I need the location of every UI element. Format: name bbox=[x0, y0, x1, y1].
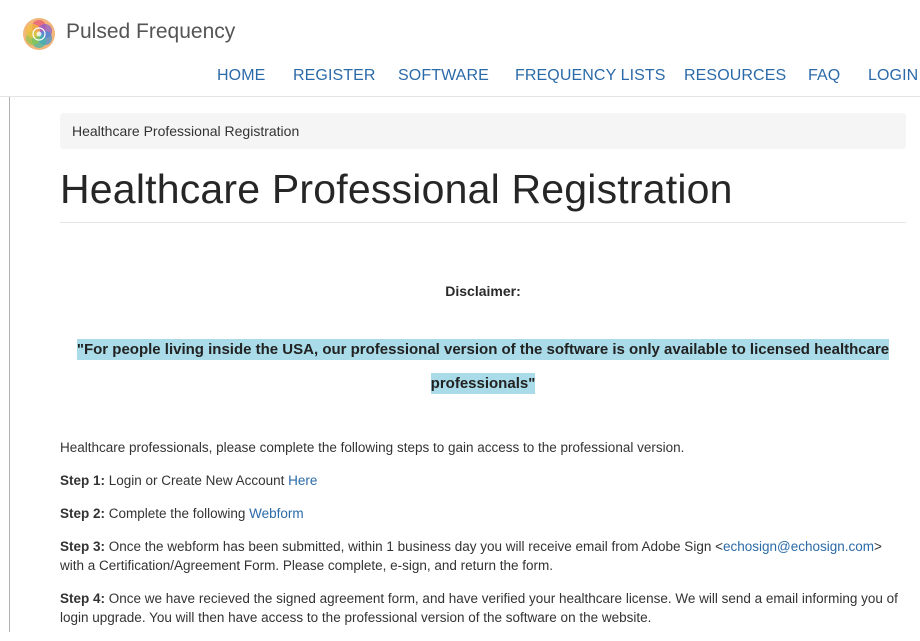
breadcrumb: Healthcare Professional Registration bbox=[60, 113, 906, 149]
page-title: Healthcare Professional Registration bbox=[60, 166, 733, 212]
step-3-label: Step 3: bbox=[60, 539, 106, 554]
echosign-email-link[interactable]: echosign@echosign.com bbox=[723, 539, 874, 554]
step-1: Step 1: Login or Create New Account Here bbox=[60, 471, 906, 490]
nav-login[interactable]: LOGIN bbox=[868, 67, 918, 85]
disclaimer-quote-text: "For people living inside the USA, our p… bbox=[76, 339, 890, 394]
page-left-border bbox=[9, 96, 10, 632]
step-4-text: Once we have recieved the signed agreeme… bbox=[60, 591, 898, 625]
title-divider bbox=[60, 222, 906, 223]
webform-link[interactable]: Webform bbox=[249, 506, 304, 521]
step-2-text: Complete the following bbox=[105, 506, 250, 521]
nav-frequency-lists[interactable]: FREQUENCY LISTS bbox=[515, 67, 666, 85]
step-4: Step 4: Once we have recieved the signed… bbox=[60, 589, 906, 627]
disclaimer-heading: Disclaimer: bbox=[445, 283, 521, 299]
site-title[interactable]: Pulsed Frequency bbox=[66, 20, 235, 44]
nav-faq[interactable]: FAQ bbox=[808, 67, 840, 85]
create-account-link[interactable]: Here bbox=[288, 473, 317, 488]
step-2-label: Step 2: bbox=[60, 506, 106, 521]
nav-register[interactable]: REGISTER bbox=[293, 67, 376, 85]
registration-instructions: Healthcare professionals, please complet… bbox=[60, 438, 906, 641]
main-nav: HOME REGISTER SOFTWARE FREQUENCY LISTS R… bbox=[0, 67, 920, 87]
step-1-text: Login or Create New Account bbox=[105, 473, 289, 488]
nav-home[interactable]: HOME bbox=[217, 67, 265, 85]
nav-resources[interactable]: RESOURCES bbox=[684, 67, 786, 85]
nav-software[interactable]: SOFTWARE bbox=[398, 67, 489, 85]
site-header: Pulsed Frequency HOME REGISTER SOFTWARE … bbox=[0, 0, 920, 97]
step-3-text: Once the webform has been submitted, wit… bbox=[105, 539, 723, 554]
step-2: Step 2: Complete the following Webform bbox=[60, 504, 906, 523]
intro-text: Healthcare professionals, please complet… bbox=[60, 440, 685, 455]
disclaimer-quote: "For people living inside the USA, our p… bbox=[60, 333, 906, 401]
step-1-label: Step 1: bbox=[60, 473, 106, 488]
breadcrumb-current: Healthcare Professional Registration bbox=[72, 123, 300, 139]
step-4-label: Step 4: bbox=[60, 591, 106, 606]
flower-of-life-icon[interactable] bbox=[22, 17, 56, 51]
step-3: Step 3: Once the webform has been submit… bbox=[60, 537, 906, 575]
